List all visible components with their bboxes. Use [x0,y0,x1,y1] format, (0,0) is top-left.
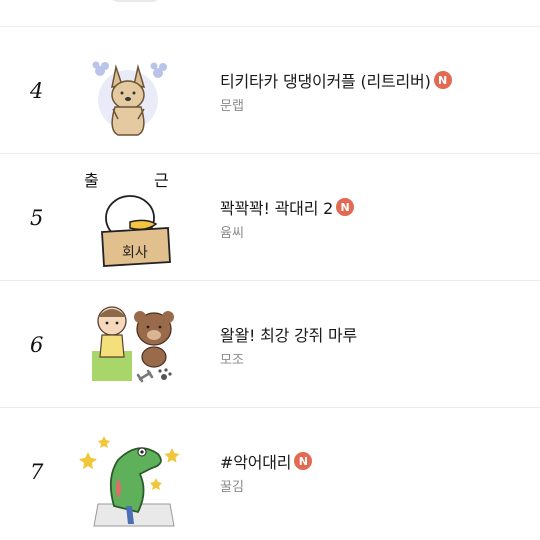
author-name: 꿀김 [220,480,244,495]
author-name: 문랩 [220,99,244,114]
author-name: 모조 [220,353,244,368]
sticker-text-out: 출 [84,171,99,190]
emoticon-title: 티키타카 댕댕이커플 (리트리버) [220,72,431,91]
title-line: #악어대리 N [220,449,313,473]
list-item-rank-7[interactable]: 7 #악어대리 N 꿀김 [0,408,540,535]
sticker-text-company: 회사 [122,245,148,261]
rank-number: 4 [30,79,44,103]
title-line: 왈왈! 최강 강쥐 마루 [220,322,357,346]
crocodile-sticker-icon [79,436,180,527]
rank-number: 7 [30,460,44,484]
new-badge: N [433,71,452,89]
new-badge: N [336,198,355,216]
emoticon-title: 꽉꽉꽉! 곽대리 2 [220,199,334,218]
list-item-rank-5[interactable]: 5 출 근 회사 꽉꽉꽉! 곽대리 2 N 윰씨 [0,154,540,281]
rank-number: 5 [30,206,44,230]
new-badge: N [294,452,313,470]
sticker-text-work: 근 [154,171,169,190]
rank-number: 6 [30,333,44,357]
retriever-dog-sticker-icon [92,61,167,136]
emoticon-title: 왈왈! 최강 강쥐 마루 [220,326,358,345]
list-item-rank-6[interactable]: 6 왈왈! 최강 강쥐 마루 모조 [0,281,540,408]
maru-dog-and-girl-sticker-icon [92,306,174,383]
title-line: 티키타카 댕댕이커플 (리트리버) N [220,68,452,92]
list-item-rank-4[interactable]: 4 티키타카 댕댕이커플 (리트리버) N 문랩 [0,27,540,154]
emoticon-ranking-list: 4 티키타카 댕댕이커플 (리트리버) N 문랩 5 출 근 회사 꽉꽉꽉! 곽… [0,0,540,540]
title-line: 꽉꽉꽉! 곽대리 2 N [220,195,355,219]
author-name: 윰씨 [220,226,244,241]
emoticon-title: #악어대리 [220,453,292,472]
previous-item-thumbnail-edge [110,0,160,2]
duck-in-box-sticker-icon: 출 근 회사 [84,171,171,267]
